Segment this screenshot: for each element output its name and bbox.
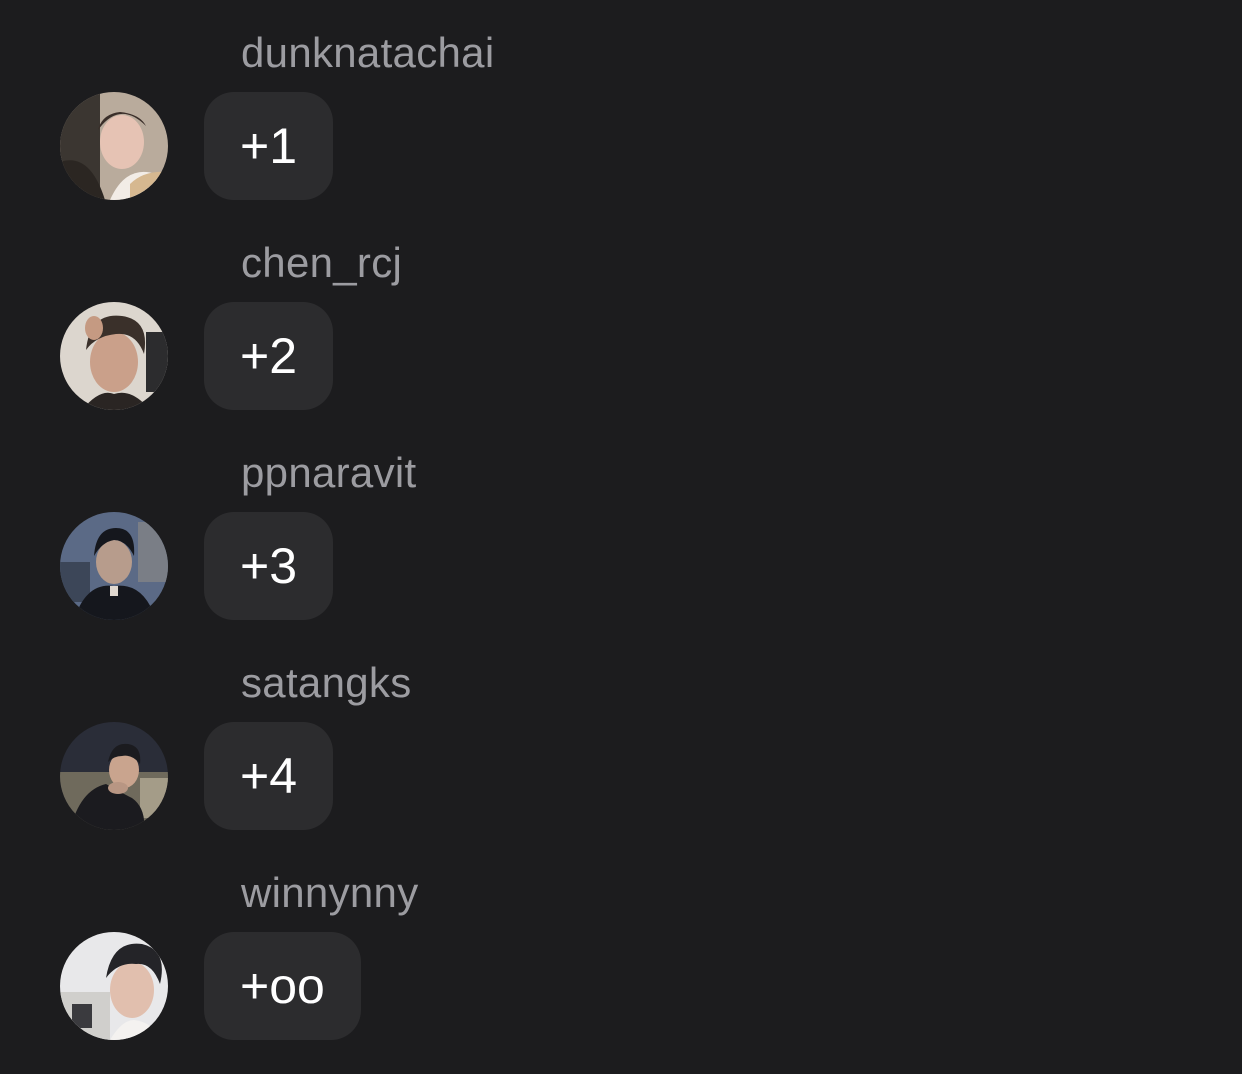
sender-name[interactable]: ppnaravit	[241, 448, 416, 498]
message-text: +4	[240, 748, 298, 804]
message-text: +3	[240, 538, 298, 594]
sender-name[interactable]: chen_rcj	[241, 238, 402, 288]
profile-photo-icon	[60, 932, 168, 1040]
avatar[interactable]	[60, 722, 168, 830]
sender-name[interactable]: dunknatachai	[241, 28, 494, 78]
message-row: satangks +4	[0, 630, 1242, 840]
message-row: ppnaravit +3	[0, 420, 1242, 630]
message-row: dunknatachai +1	[0, 0, 1242, 210]
message-bubble[interactable]: +1	[204, 92, 334, 200]
avatar[interactable]	[60, 92, 168, 200]
sender-name[interactable]: satangks	[241, 658, 412, 708]
profile-photo-icon	[60, 92, 168, 200]
avatar[interactable]	[60, 512, 168, 620]
message-bubble[interactable]: +2	[204, 302, 334, 410]
message-thread: dunknatachai +1 chen_rcj +2 ppnaravit +3…	[0, 0, 1242, 1074]
avatar[interactable]	[60, 932, 168, 1040]
message-bubble[interactable]: +4	[204, 722, 334, 830]
profile-photo-icon	[60, 512, 168, 620]
message-text: +2	[240, 328, 298, 384]
profile-photo-icon	[60, 302, 168, 410]
avatar[interactable]	[60, 302, 168, 410]
message-bubble[interactable]: +oo	[204, 932, 361, 1040]
message-row: winnynny +oo	[0, 840, 1242, 1050]
sender-name[interactable]: winnynny	[241, 868, 419, 918]
message-bubble[interactable]: +3	[204, 512, 334, 620]
message-row: chen_rcj +2	[0, 210, 1242, 420]
profile-photo-icon	[60, 722, 168, 830]
message-text: +1	[240, 118, 298, 174]
message-text: +oo	[240, 958, 325, 1014]
